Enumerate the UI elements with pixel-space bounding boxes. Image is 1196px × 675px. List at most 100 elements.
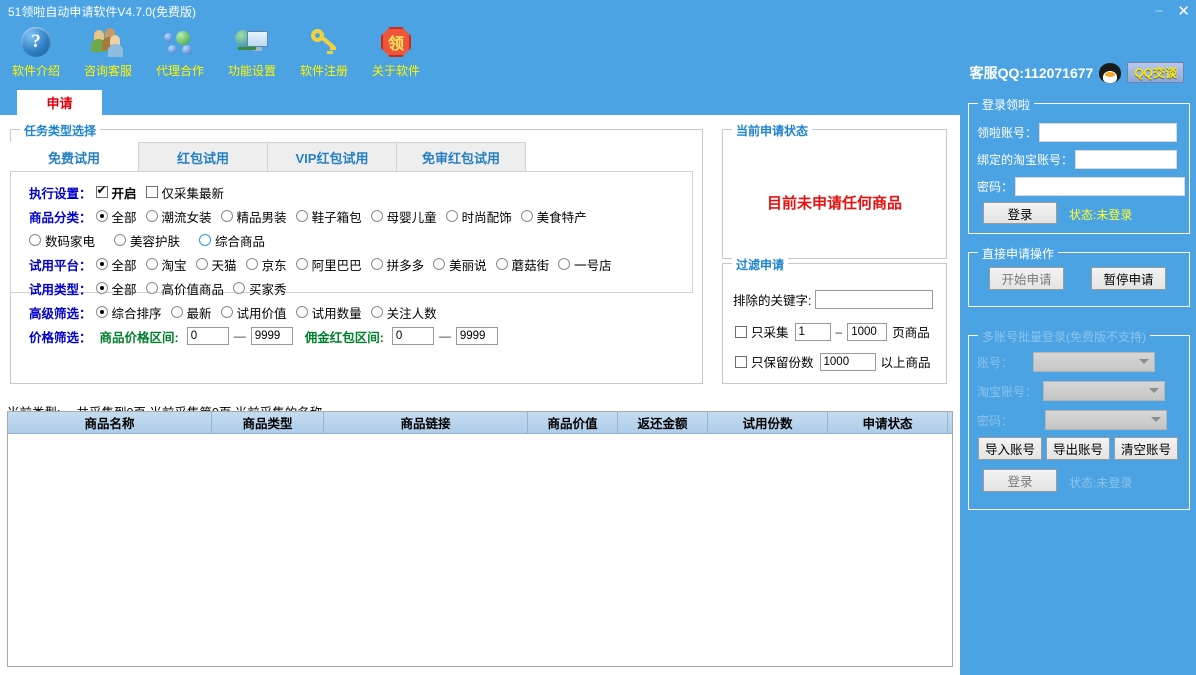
checkbox-page-range[interactable]: [735, 325, 747, 338]
password-input[interactable]: [1015, 177, 1186, 196]
import-accounts-button[interactable]: 导入账号: [978, 437, 1042, 460]
toolbar-item-support[interactable]: 咨询客服: [72, 22, 144, 88]
radio-category-general[interactable]: 综合商品: [199, 231, 265, 250]
toolbar-item-register[interactable]: 软件注册: [288, 22, 360, 88]
toolbar-item-agent[interactable]: 代理合作: [144, 22, 216, 88]
column-header-product-link[interactable]: 商品链接: [324, 412, 528, 434]
radio-platform-taobao-dot[interactable]: [145, 258, 158, 270]
lingla-account-input[interactable]: [1039, 123, 1178, 142]
taobao-account-input[interactable]: [1075, 150, 1178, 169]
qq-chat-button[interactable]: QQ交谈: [1127, 62, 1184, 83]
radio-trial-all-dot[interactable]: [95, 282, 108, 294]
column-header-refund-amount[interactable]: 返还金额: [618, 412, 708, 434]
radio-platform-alibaba[interactable]: 阿里巴巴: [295, 255, 362, 274]
radio-platform-meilishuo[interactable]: 美丽说: [433, 255, 487, 274]
radio-trial-highvalue[interactable]: 高价值商品: [145, 279, 224, 298]
exclude-keyword-input[interactable]: [815, 290, 934, 309]
toolbar-item-settings[interactable]: 功能设置: [216, 22, 288, 88]
radio-category-all-dot[interactable]: [95, 210, 108, 222]
radio-platform-mogujie-dot[interactable]: [495, 258, 508, 270]
radio-platform-tmall[interactable]: 天猫: [195, 255, 237, 274]
export-accounts-button[interactable]: 导出账号: [1046, 437, 1110, 460]
radio-platform-all[interactable]: 全部: [95, 255, 137, 274]
radio-category-beauty-dot[interactable]: [114, 234, 127, 246]
table-body[interactable]: [8, 434, 952, 666]
radio-adv-followers-dot[interactable]: [370, 306, 383, 318]
radio-platform-mogujie[interactable]: 蘑菇街: [495, 255, 549, 274]
radio-trial-buyershow[interactable]: 买家秀: [233, 279, 287, 298]
radio-platform-meilishuo-dot[interactable]: [433, 258, 446, 270]
radio-category-general-dot[interactable]: [199, 234, 212, 246]
column-header-trial-count[interactable]: 试用份数: [708, 412, 828, 434]
column-header-product-name[interactable]: 商品名称: [8, 412, 212, 434]
radio-adv-quantity[interactable]: 试用数量: [295, 303, 362, 322]
minimize-icon[interactable]: −: [1155, 4, 1164, 19]
tab-apply[interactable]: 申请: [17, 90, 102, 115]
checkbox-latest-only-box[interactable]: [145, 186, 158, 198]
radio-platform-pdd-dot[interactable]: [370, 258, 383, 270]
radio-platform-taobao[interactable]: 淘宝: [145, 255, 187, 274]
toolbar-item-about[interactable]: 领 关于软件: [360, 22, 432, 88]
radio-trial-highvalue-dot[interactable]: [145, 282, 158, 294]
radio-adv-comprehensive[interactable]: 综合排序: [95, 303, 162, 322]
radio-trial-buyershow-dot[interactable]: [233, 282, 246, 294]
page-from-input[interactable]: [794, 322, 831, 341]
radio-platform-jd-dot[interactable]: [245, 258, 258, 270]
checkbox-enable[interactable]: 开启: [95, 183, 137, 202]
batch-account-combo[interactable]: [1033, 352, 1156, 372]
column-header-product-value[interactable]: 商品价值: [528, 412, 618, 434]
column-header-apply-status[interactable]: 申请状态: [828, 412, 948, 434]
product-price-max-input[interactable]: [250, 327, 293, 345]
radio-category-accessories-dot[interactable]: [445, 210, 458, 222]
batch-password-combo[interactable]: [1045, 410, 1168, 430]
radio-platform-all-dot[interactable]: [95, 258, 108, 270]
radio-adv-quantity-dot[interactable]: [295, 306, 308, 318]
page-to-input[interactable]: [847, 322, 888, 341]
start-apply-button[interactable]: 开始申请: [989, 267, 1064, 290]
radio-platform-yihaodian[interactable]: 一号店: [558, 255, 612, 274]
radio-category-accessories[interactable]: 时尚配饰: [445, 207, 512, 226]
column-header-product-type[interactable]: 商品类型: [212, 412, 324, 434]
radio-platform-tmall-dot[interactable]: [195, 258, 208, 270]
radio-category-beauty[interactable]: 美容护肤: [114, 231, 180, 250]
radio-category-all[interactable]: 全部: [95, 207, 137, 226]
tab-free-trial[interactable]: 免费试用: [9, 142, 139, 171]
radio-category-food-dot[interactable]: [520, 210, 533, 222]
radio-platform-jd[interactable]: 京东: [245, 255, 287, 274]
batch-taobao-combo[interactable]: [1043, 381, 1166, 401]
radio-platform-pdd[interactable]: 拼多多: [370, 255, 424, 274]
checkbox-latest-only[interactable]: 仅采集最新: [145, 183, 224, 202]
pause-apply-button[interactable]: 暂停申请: [1091, 267, 1166, 290]
tab-vip-redpacket-trial[interactable]: VIP红包试用: [267, 142, 397, 171]
toolbar-item-intro[interactable]: ? 软件介绍: [0, 22, 72, 88]
checkbox-stock-filter[interactable]: [735, 355, 747, 368]
radio-adv-newest[interactable]: 最新: [170, 303, 212, 322]
checkbox-enable-box[interactable]: [95, 183, 108, 198]
radio-category-digital-dot[interactable]: [29, 234, 41, 246]
radio-category-men[interactable]: 精品男装: [220, 207, 287, 226]
login-button[interactable]: 登录: [983, 202, 1057, 224]
radio-adv-value-dot[interactable]: [220, 306, 233, 318]
radio-adv-comprehensive-dot[interactable]: [95, 306, 108, 318]
radio-category-shoes-bags-dot[interactable]: [295, 210, 308, 222]
radio-category-women[interactable]: 潮流女装: [145, 207, 212, 226]
commission-max-input[interactable]: [455, 327, 498, 345]
radio-category-men-dot[interactable]: [220, 210, 233, 222]
tab-noaudit-redpacket-trial[interactable]: 免审红包试用: [396, 142, 526, 171]
radio-platform-yihaodian-dot[interactable]: [558, 258, 571, 270]
batch-login-button[interactable]: 登录: [983, 469, 1057, 492]
stock-value-input[interactable]: [819, 352, 876, 371]
clear-accounts-button[interactable]: 清空账号: [1114, 437, 1178, 460]
product-price-min-input[interactable]: [186, 327, 229, 345]
radio-trial-all[interactable]: 全部: [95, 279, 137, 298]
radio-adv-followers[interactable]: 关注人数: [370, 303, 437, 322]
radio-category-women-dot[interactable]: [145, 210, 158, 222]
radio-platform-alibaba-dot[interactable]: [295, 258, 308, 270]
commission-min-input[interactable]: [391, 327, 434, 345]
radio-category-baby-dot[interactable]: [370, 210, 383, 222]
radio-category-shoes-bags[interactable]: 鞋子箱包: [295, 207, 362, 226]
close-icon[interactable]: ✕: [1177, 4, 1190, 19]
radio-category-digital[interactable]: 数码家电: [29, 231, 95, 250]
radio-adv-newest-dot[interactable]: [170, 306, 183, 318]
radio-category-baby[interactable]: 母婴儿童: [370, 207, 437, 226]
